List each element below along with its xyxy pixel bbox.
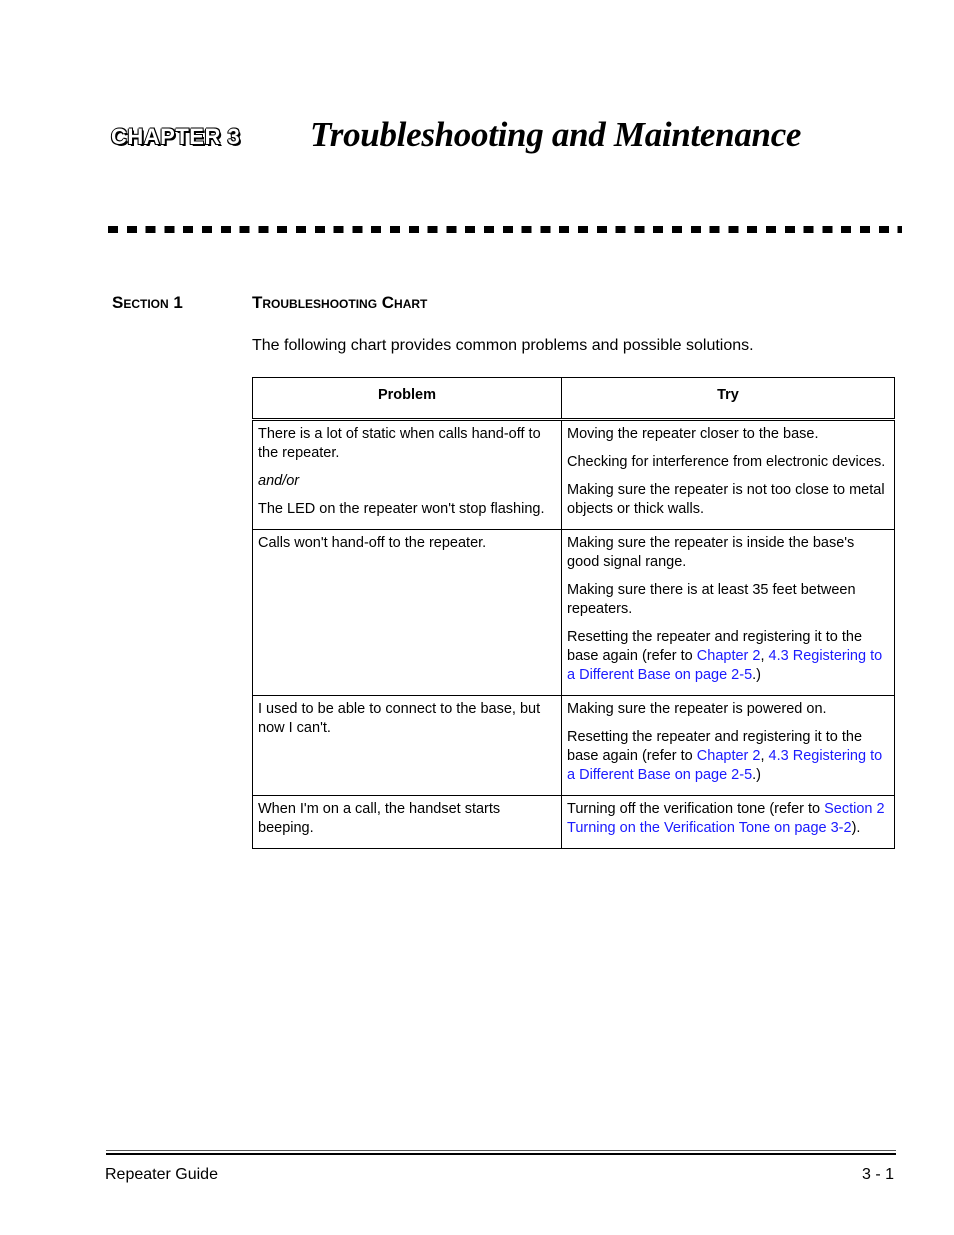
link-chapter-2[interactable]: Chapter 2 <box>697 648 761 664</box>
solution-text-suffix: .) <box>752 667 761 683</box>
solution-text-suffix: .) <box>752 767 761 783</box>
section-number: Section 1 <box>112 293 183 312</box>
problem-text: I used to be able to connect to the base… <box>258 701 541 736</box>
chapter-title: Troubleshooting and Maintenance <box>310 115 802 154</box>
problem-text: The LED on the repeater won't stop flash… <box>258 501 545 517</box>
problem-cell: I used to be able to connect to the base… <box>252 695 562 796</box>
chapter-label: CHAPTER 3 <box>111 124 241 149</box>
table-row: There is a lot of static when calls hand… <box>252 419 895 530</box>
table-row: I used to be able to connect to the base… <box>252 695 895 796</box>
table-row: When I'm on a call, the handset starts b… <box>252 795 895 849</box>
link-chapter-2[interactable]: Chapter 2 <box>697 748 761 764</box>
problem-text: There is a lot of static when calls hand… <box>258 426 541 461</box>
troubleshooting-table: Problem Try There is a lot of static whe… <box>252 377 895 849</box>
solution-text: Making sure the repeater is powered on. <box>567 701 827 717</box>
solution-text: Resetting the repeater and registering i… <box>567 728 889 785</box>
solution-text-prefix: Turning off the verification tone (refer… <box>567 801 825 817</box>
footer-rule-thick <box>106 1153 896 1155</box>
problem-cell: There is a lot of static when calls hand… <box>252 419 562 530</box>
solution-text: Resetting the repeater and registering i… <box>567 628 889 685</box>
problem-text: When I'm on a call, the handset starts b… <box>258 801 501 836</box>
try-cell: Moving the repeater closer to the base. … <box>561 419 895 530</box>
problem-text: Calls won't hand-off to the repeater. <box>258 535 487 551</box>
solution-text: Making sure there is at least 35 feet be… <box>567 582 856 617</box>
solution-text: Turning off the verification tone (refer… <box>567 800 889 838</box>
section-title: Troubleshooting Chart <box>252 293 428 312</box>
problem-cell: Calls won't hand-off to the repeater. <box>252 529 562 696</box>
solution-text: Moving the repeater closer to the base. <box>567 426 819 442</box>
solution-text: Checking for interference from electroni… <box>567 454 886 470</box>
dashed-divider <box>108 226 902 233</box>
footer-rule-thin <box>106 1150 896 1151</box>
problem-cell: When I'm on a call, the handset starts b… <box>252 795 562 849</box>
separator: , <box>760 648 769 664</box>
solution-text-suffix: ). <box>851 820 861 836</box>
try-cell: Making sure the repeater is inside the b… <box>561 529 895 696</box>
footer-page-number: 3 - 1 <box>861 1166 894 1183</box>
and-or-text: and/or <box>258 473 300 489</box>
header-try: Try <box>561 377 895 421</box>
solution-text: Making sure the repeater is not too clos… <box>567 482 885 517</box>
solution-text: Making sure the repeater is inside the b… <box>567 535 855 570</box>
header-problem: Problem <box>252 377 562 421</box>
footer-document-title: Repeater Guide <box>105 1166 218 1183</box>
try-cell: Making sure the repeater is powered on. … <box>561 695 895 796</box>
table-row: Calls won't hand-off to the repeater. Ma… <box>252 529 895 696</box>
try-cell: Turning off the verification tone (refer… <box>561 795 895 849</box>
table-header-row: Problem Try <box>252 377 895 421</box>
separator: , <box>760 748 769 764</box>
intro-text: The following chart provides common prob… <box>252 337 754 354</box>
